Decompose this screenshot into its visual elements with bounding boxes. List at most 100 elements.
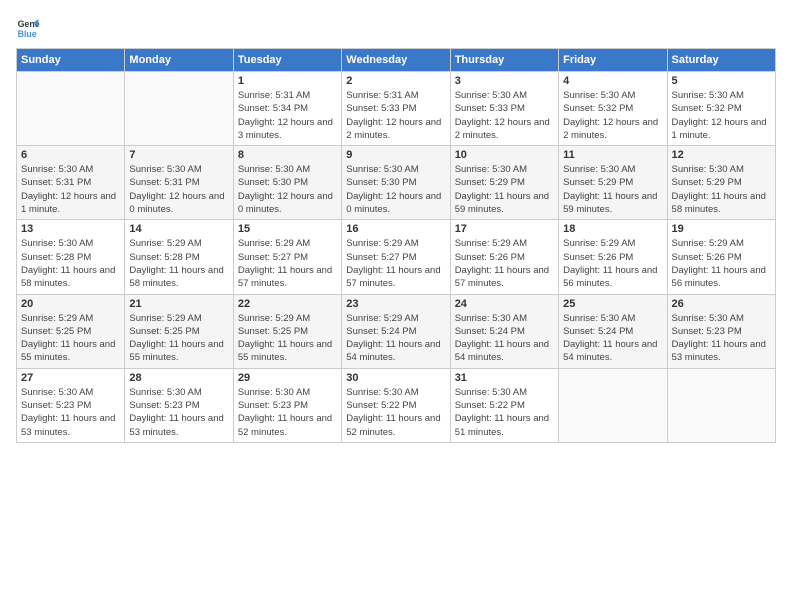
day-number: 29 xyxy=(238,372,337,384)
page-header: General Blue xyxy=(16,16,776,40)
day-number: 19 xyxy=(672,223,771,235)
day-number: 24 xyxy=(455,298,554,310)
day-number: 6 xyxy=(21,149,120,161)
day-number: 27 xyxy=(21,372,120,384)
day-number: 5 xyxy=(672,75,771,87)
day-number: 13 xyxy=(21,223,120,235)
calendar-week-5: 27 Sunrise: 5:30 AM Sunset: 5:23 PM Dayli… xyxy=(17,368,776,442)
calendar-cell: 28 Sunrise: 5:30 AM Sunset: 5:23 PM Dayli… xyxy=(125,368,233,442)
day-number: 2 xyxy=(346,75,445,87)
calendar-cell: 23 Sunrise: 5:29 AM Sunset: 5:24 PM Dayli… xyxy=(342,294,450,368)
calendar-cell: 17Sunrise: 5:29 AM Sunset: 5:26 PM Dayli… xyxy=(450,220,558,294)
logo-icon: General Blue xyxy=(16,16,40,40)
day-info: Sunrise: 5:30 AM Sunset: 5:30 PM Dayligh… xyxy=(238,163,337,216)
calendar-cell: 30Sunrise: 5:30 AM Sunset: 5:22 PM Dayli… xyxy=(342,368,450,442)
calendar-week-4: 20 Sunrise: 5:29 AM Sunset: 5:25 PM Dayli… xyxy=(17,294,776,368)
calendar-cell: 12 Sunrise: 5:30 AM Sunset: 5:29 PM Dayli… xyxy=(667,146,775,220)
day-number: 14 xyxy=(129,223,228,235)
day-number: 8 xyxy=(238,149,337,161)
calendar-table: SundayMondayTuesdayWednesdayThursdayFrid… xyxy=(16,48,776,443)
header-saturday: Saturday xyxy=(667,49,775,72)
calendar-cell: 2 Sunrise: 5:31 AM Sunset: 5:33 PM Daylig… xyxy=(342,72,450,146)
day-info: Sunrise: 5:30 AM Sunset: 5:29 PM Dayligh… xyxy=(672,163,771,216)
day-info: Sunrise: 5:29 AM Sunset: 5:28 PM Dayligh… xyxy=(129,237,228,290)
calendar-cell: 22 Sunrise: 5:29 AM Sunset: 5:25 PM Dayli… xyxy=(233,294,341,368)
day-info: Sunrise: 5:30 AM Sunset: 5:29 PM Dayligh… xyxy=(455,163,554,216)
day-number: 4 xyxy=(563,75,662,87)
day-info: Sunrise: 5:30 AM Sunset: 5:29 PM Dayligh… xyxy=(563,163,662,216)
logo: General Blue xyxy=(16,16,44,40)
header-monday: Monday xyxy=(125,49,233,72)
day-info: Sunrise: 5:30 AM Sunset: 5:31 PM Dayligh… xyxy=(129,163,228,216)
day-number: 12 xyxy=(672,149,771,161)
calendar-cell: 24 Sunrise: 5:30 AM Sunset: 5:24 PM Dayli… xyxy=(450,294,558,368)
calendar-cell: 26 Sunrise: 5:30 AM Sunset: 5:23 PM Dayli… xyxy=(667,294,775,368)
day-info: Sunrise: 5:29 AM Sunset: 5:25 PM Dayligh… xyxy=(21,312,120,365)
day-info: Sunrise: 5:29 AM Sunset: 5:26 PM Dayligh… xyxy=(563,237,662,290)
header-wednesday: Wednesday xyxy=(342,49,450,72)
calendar-cell: 4Sunrise: 5:30 AM Sunset: 5:32 PM Daylig… xyxy=(559,72,667,146)
calendar-cell: 20 Sunrise: 5:29 AM Sunset: 5:25 PM Dayli… xyxy=(17,294,125,368)
day-number: 16 xyxy=(346,223,445,235)
calendar-cell: 11 Sunrise: 5:30 AM Sunset: 5:29 PM Dayli… xyxy=(559,146,667,220)
header-tuesday: Tuesday xyxy=(233,49,341,72)
day-info: Sunrise: 5:30 AM Sunset: 5:23 PM Dayligh… xyxy=(238,386,337,439)
day-info: Sunrise: 5:29 AM Sunset: 5:27 PM Dayligh… xyxy=(238,237,337,290)
day-number: 18 xyxy=(563,223,662,235)
day-number: 3 xyxy=(455,75,554,87)
calendar-week-3: 13 Sunrise: 5:30 AM Sunset: 5:28 PM Dayli… xyxy=(17,220,776,294)
day-info: Sunrise: 5:29 AM Sunset: 5:25 PM Dayligh… xyxy=(238,312,337,365)
calendar-cell: 19 Sunrise: 5:29 AM Sunset: 5:26 PM Dayli… xyxy=(667,220,775,294)
calendar-cell: 21Sunrise: 5:29 AM Sunset: 5:25 PM Dayli… xyxy=(125,294,233,368)
day-number: 9 xyxy=(346,149,445,161)
calendar-cell: 15 Sunrise: 5:29 AM Sunset: 5:27 PM Dayli… xyxy=(233,220,341,294)
calendar-cell: 27 Sunrise: 5:30 AM Sunset: 5:23 PM Dayli… xyxy=(17,368,125,442)
day-number: 31 xyxy=(455,372,554,384)
day-number: 17 xyxy=(455,223,554,235)
day-info: Sunrise: 5:30 AM Sunset: 5:23 PM Dayligh… xyxy=(129,386,228,439)
calendar-cell: 29 Sunrise: 5:30 AM Sunset: 5:23 PM Dayli… xyxy=(233,368,341,442)
calendar-cell: 10Sunrise: 5:30 AM Sunset: 5:29 PM Dayli… xyxy=(450,146,558,220)
day-info: Sunrise: 5:31 AM Sunset: 5:33 PM Dayligh… xyxy=(346,89,445,142)
calendar-cell: 6Sunrise: 5:30 AM Sunset: 5:31 PM Daylig… xyxy=(17,146,125,220)
day-number: 26 xyxy=(672,298,771,310)
day-info: Sunrise: 5:30 AM Sunset: 5:30 PM Dayligh… xyxy=(346,163,445,216)
day-info: Sunrise: 5:29 AM Sunset: 5:26 PM Dayligh… xyxy=(672,237,771,290)
day-info: Sunrise: 5:29 AM Sunset: 5:27 PM Dayligh… xyxy=(346,237,445,290)
calendar-cell: 18 Sunrise: 5:29 AM Sunset: 5:26 PM Dayli… xyxy=(559,220,667,294)
day-number: 11 xyxy=(563,149,662,161)
day-number: 21 xyxy=(129,298,228,310)
calendar-cell: 8 Sunrise: 5:30 AM Sunset: 5:30 PM Daylig… xyxy=(233,146,341,220)
calendar-cell: 13 Sunrise: 5:30 AM Sunset: 5:28 PM Dayli… xyxy=(17,220,125,294)
svg-text:Blue: Blue xyxy=(18,29,37,39)
calendar-cell: 3 Sunrise: 5:30 AM Sunset: 5:33 PM Daylig… xyxy=(450,72,558,146)
calendar-cell: 5 Sunrise: 5:30 AM Sunset: 5:32 PM Daylig… xyxy=(667,72,775,146)
day-info: Sunrise: 5:30 AM Sunset: 5:23 PM Dayligh… xyxy=(21,386,120,439)
day-number: 23 xyxy=(346,298,445,310)
day-info: Sunrise: 5:30 AM Sunset: 5:24 PM Dayligh… xyxy=(563,312,662,365)
day-number: 30 xyxy=(346,372,445,384)
day-number: 15 xyxy=(238,223,337,235)
calendar-cell xyxy=(17,72,125,146)
calendar-week-1: 1 Sunrise: 5:31 AM Sunset: 5:34 PM Daylig… xyxy=(17,72,776,146)
calendar-cell xyxy=(667,368,775,442)
header-sunday: Sunday xyxy=(17,49,125,72)
header-thursday: Thursday xyxy=(450,49,558,72)
day-number: 22 xyxy=(238,298,337,310)
day-info: Sunrise: 5:31 AM Sunset: 5:34 PM Dayligh… xyxy=(238,89,337,142)
calendar-cell xyxy=(559,368,667,442)
day-number: 1 xyxy=(238,75,337,87)
calendar-cell: 14 Sunrise: 5:29 AM Sunset: 5:28 PM Dayli… xyxy=(125,220,233,294)
day-info: Sunrise: 5:30 AM Sunset: 5:28 PM Dayligh… xyxy=(21,237,120,290)
day-info: Sunrise: 5:30 AM Sunset: 5:32 PM Dayligh… xyxy=(672,89,771,142)
day-info: Sunrise: 5:30 AM Sunset: 5:24 PM Dayligh… xyxy=(455,312,554,365)
day-number: 28 xyxy=(129,372,228,384)
day-number: 20 xyxy=(21,298,120,310)
calendar-week-2: 6 Sunrise: 5:30 AM Sunset: 5:31 PM Daylig… xyxy=(17,146,776,220)
calendar-cell: 1 Sunrise: 5:31 AM Sunset: 5:34 PM Daylig… xyxy=(233,72,341,146)
day-info: Sunrise: 5:30 AM Sunset: 5:23 PM Dayligh… xyxy=(672,312,771,365)
calendar-header-row: SundayMondayTuesdayWednesdayThursdayFrid… xyxy=(17,49,776,72)
day-info: Sunrise: 5:29 AM Sunset: 5:24 PM Dayligh… xyxy=(346,312,445,365)
day-info: Sunrise: 5:30 AM Sunset: 5:33 PM Dayligh… xyxy=(455,89,554,142)
day-info: Sunrise: 5:30 AM Sunset: 5:22 PM Dayligh… xyxy=(455,386,554,439)
